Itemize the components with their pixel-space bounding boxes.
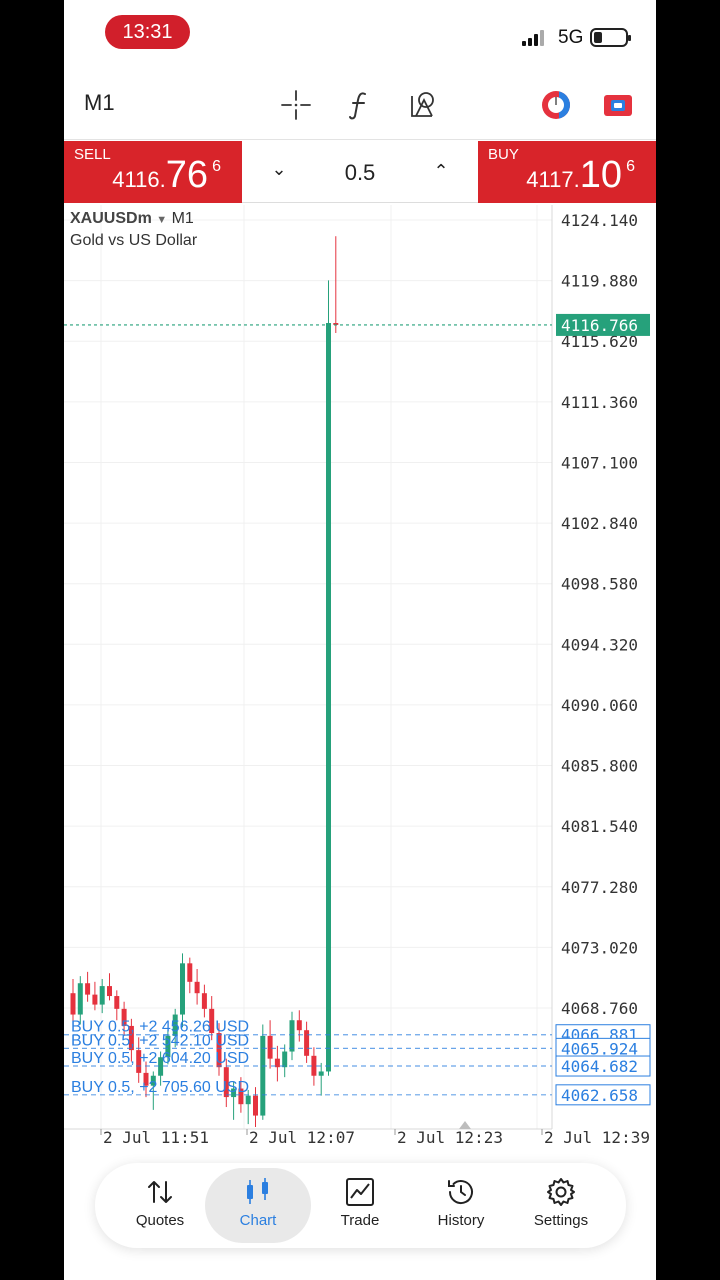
price-axis-label: 4119.880	[561, 272, 638, 291]
candle-body	[107, 986, 112, 997]
candle-body	[201, 993, 207, 1009]
candle-body	[304, 1030, 310, 1056]
order-price-label: 4064.682	[561, 1057, 638, 1076]
battery-icon	[590, 28, 631, 47]
account-icon[interactable]	[601, 88, 635, 122]
crosshair-icon[interactable]	[279, 88, 313, 122]
nav-quotes-label: Quotes	[135, 1212, 185, 1229]
sell-price-main: 4116.	[112, 167, 166, 192]
order-label: BUY 0.5, +2 705.60 USD	[71, 1079, 249, 1096]
broker-icon[interactable]	[539, 88, 573, 122]
order-label: BUY 0.5, +2 542.10 USD	[71, 1032, 249, 1049]
symbol-header[interactable]: XAUUSDm ▼ M1	[70, 210, 194, 228]
price-axis-label: 4102.840	[561, 514, 638, 533]
price-axis-label: 4090.060	[561, 696, 638, 715]
nav-quotes[interactable]: Quotes	[107, 1168, 213, 1243]
price-axis-label: 4081.540	[561, 817, 638, 836]
sell-price-sup: 6	[212, 158, 221, 175]
nav-settings[interactable]: Settings	[508, 1168, 614, 1243]
buy-price: 4117.10 6	[526, 154, 635, 197]
nav-settings-label: Settings	[533, 1212, 589, 1229]
price-axis-label: 4098.580	[561, 575, 638, 594]
candlestick-chart[interactable]: 4124.1404119.8804115.6204111.3604107.100…	[64, 205, 656, 1156]
order-label: BUY 0.5, +2 604.20 USD	[71, 1050, 249, 1067]
candle-body	[326, 323, 331, 1072]
price-axis-label: 4107.100	[561, 453, 638, 472]
price-axis-label: 4068.760	[561, 999, 638, 1018]
price-axis-label: 4073.020	[561, 938, 638, 957]
candle-body	[70, 993, 76, 1015]
volume-increase-button[interactable]: ⌃	[429, 161, 453, 182]
timeframe-button[interactable]: M1	[84, 90, 115, 116]
price-axis-label: 4085.800	[561, 757, 638, 776]
candle-body	[77, 983, 83, 1015]
candle-body	[311, 1055, 317, 1076]
objects-icon[interactable]	[406, 88, 440, 122]
candle-body	[289, 1020, 295, 1052]
time-axis-label: 2 Jul 12:07	[249, 1128, 355, 1147]
order-price-label: 4062.658	[561, 1086, 638, 1105]
settings-gear-icon	[547, 1178, 575, 1206]
history-icon	[448, 1180, 473, 1205]
buy-price-sup: 6	[626, 158, 635, 175]
candle-body	[99, 986, 105, 1005]
cellular-signal-icon	[522, 30, 546, 46]
volume-selector: ⌄ 0.5 ⌃	[242, 141, 478, 203]
candle-body	[296, 1020, 302, 1031]
app-screen: 13:31 5G M1 SELL 4116.76 6 ⌄ 0.5 ⌃ BUY 41…	[64, 0, 656, 1280]
network-type: 5G	[558, 27, 584, 48]
nav-trade-label: Trade	[340, 1212, 380, 1229]
symbol-description: Gold vs US Dollar	[70, 232, 198, 249]
candle-body	[194, 981, 200, 994]
time-axis-label: 2 Jul 12:39	[544, 1128, 650, 1147]
price-axis-label: 4124.140	[561, 211, 638, 230]
candle-body	[92, 994, 98, 1005]
candle-body	[114, 996, 120, 1009]
candle-body	[245, 1095, 251, 1105]
price-axis-label: 4111.360	[561, 393, 638, 412]
chart-candles-icon	[247, 1178, 268, 1204]
current-price-label: 4116.766	[561, 316, 638, 335]
symbol-dropdown-icon: ▼	[156, 214, 168, 226]
bottom-nav: Quotes Chart Trade History Settings	[95, 1163, 626, 1248]
buy-label: BUY	[488, 146, 519, 163]
sell-price-big: 76	[165, 154, 208, 196]
candle-body	[85, 983, 91, 995]
price-axis-label: 4077.280	[561, 878, 638, 897]
sell-label: SELL	[74, 146, 111, 163]
candle-body	[318, 1071, 324, 1076]
nav-chart[interactable]: Chart	[205, 1168, 311, 1243]
symbol-timeframe: M1	[171, 210, 194, 227]
chart-shift-marker-icon	[459, 1121, 471, 1129]
price-chart[interactable]: 4124.140 4119.880 4115.620 4111.360 4107.100…	[64, 205, 656, 1156]
time-axis-label: 2 Jul 12:23	[397, 1128, 503, 1147]
candle-body	[187, 963, 193, 982]
indicator-icon[interactable]	[343, 88, 377, 122]
trade-icon	[346, 1178, 374, 1206]
candle-body	[253, 1095, 258, 1116]
buy-button[interactable]: BUY 4117.10 6	[478, 141, 656, 203]
candle-body	[180, 963, 185, 1015]
nav-history-label: History	[437, 1212, 485, 1229]
candle-body	[282, 1051, 288, 1068]
symbol-name: XAUUSDm	[70, 210, 152, 227]
buy-price-big: 10	[579, 154, 622, 196]
buy-price-main: 4117.	[526, 167, 580, 192]
time-axis-label: 2 Jul 11:51	[103, 1128, 209, 1147]
sell-button[interactable]: SELL 4116.76 6	[64, 141, 242, 203]
quotes-icon	[148, 1181, 172, 1203]
nav-chart-label: Chart	[239, 1212, 277, 1229]
nav-history[interactable]: History	[408, 1168, 514, 1243]
sell-price: 4116.76 6	[112, 154, 221, 197]
price-axis-label: 4094.320	[561, 635, 638, 654]
toolbar-divider	[64, 139, 656, 140]
candle-body	[267, 1035, 273, 1059]
status-time: 13:31	[105, 15, 190, 49]
order-price-label: 4065.924	[561, 1039, 638, 1058]
nav-trade[interactable]: Trade	[307, 1168, 413, 1243]
